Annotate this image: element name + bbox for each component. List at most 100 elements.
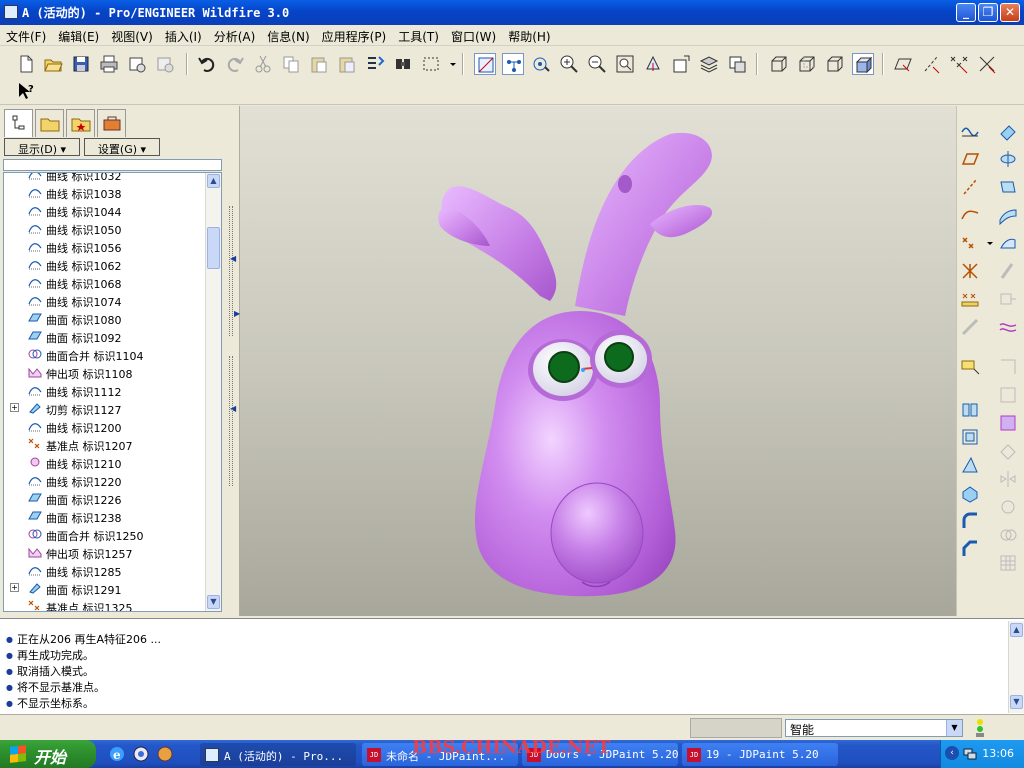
menu-file[interactable]: 文件(F) — [0, 25, 52, 45]
task-jdpaint-3[interactable]: JD 19 - JDPaint 5.20 — [682, 743, 838, 766]
open-folder-icon[interactable] — [42, 53, 64, 75]
save-icon[interactable] — [70, 53, 92, 75]
menu-tools[interactable]: 工具(T) — [392, 25, 445, 45]
analysis-feature-icon[interactable] — [959, 288, 981, 310]
no-hidden-icon[interactable] — [824, 53, 846, 75]
datum-curve-icon[interactable] — [959, 204, 981, 226]
cut-icon[interactable] — [252, 53, 274, 75]
tree-item[interactable]: 曲面合并 标识1104 — [4, 345, 209, 363]
warp-icon[interactable] — [997, 356, 1019, 378]
coordinate-systems-toggle-icon[interactable] — [976, 53, 998, 75]
settings-dropdown[interactable]: 设置(G) ▾ — [84, 138, 160, 156]
tree-item[interactable]: 曲线 标识1210 — [4, 453, 209, 471]
tree-item[interactable]: 曲线 标识1038 — [4, 183, 209, 201]
maximize-button[interactable]: ❐ — [978, 3, 998, 22]
regenerate-icon[interactable] — [364, 53, 386, 75]
toroidal-bend-icon[interactable] — [997, 412, 1019, 434]
datum-axis-icon[interactable] — [959, 176, 981, 198]
scroll-up-icon[interactable]: ▲ — [1010, 623, 1023, 637]
menu-applications[interactable]: 应用程序(P) — [316, 25, 393, 45]
zoom-in-icon[interactable] — [558, 53, 580, 75]
datum-points-toggle-icon[interactable] — [948, 53, 970, 75]
hidden-line-icon[interactable] — [796, 53, 818, 75]
datum-plane-display-icon[interactable] — [474, 53, 496, 75]
wireframe-icon[interactable] — [768, 53, 790, 75]
datum-axes-toggle-icon[interactable] — [920, 53, 942, 75]
tree-item[interactable]: 曲线 标识1056 — [4, 237, 209, 255]
tree-scrollbar[interactable]: ▲ ▼ — [205, 173, 221, 611]
sweep-icon[interactable] — [997, 176, 1019, 198]
tree-item[interactable]: 曲线 标识1285 — [4, 561, 209, 579]
refit-icon[interactable] — [614, 53, 636, 75]
paste-icon[interactable] — [308, 53, 330, 75]
new-file-icon[interactable] — [15, 53, 37, 75]
ie-icon[interactable]: e — [108, 745, 126, 763]
coordinate-system-icon[interactable] — [959, 260, 981, 282]
start-button[interactable]: 开始 — [0, 740, 96, 768]
menu-view[interactable]: 视图(V) — [105, 25, 159, 45]
tree-item[interactable]: 曲线 标识1074 — [4, 291, 209, 309]
tree-item[interactable]: 曲面 标识1092 — [4, 327, 209, 345]
minimize-button[interactable]: _ — [956, 3, 976, 22]
send-mail-icon[interactable] — [126, 53, 148, 75]
expand-icon[interactable]: + — [10, 583, 19, 592]
tree-item[interactable]: 曲线 标识1050 — [4, 219, 209, 237]
revolve-icon[interactable] — [997, 148, 1019, 170]
shell-icon[interactable] — [959, 426, 981, 448]
style-icon[interactable] — [997, 260, 1019, 282]
menu-help[interactable]: 帮助(H) — [502, 25, 556, 45]
tree-item[interactable]: 曲线 标识1068 — [4, 273, 209, 291]
shading-icon[interactable] — [852, 53, 874, 75]
datum-planes-toggle-icon[interactable] — [892, 53, 914, 75]
layers-icon[interactable] — [698, 53, 720, 75]
tree-item[interactable]: 曲面 标识1238 — [4, 507, 209, 525]
round-icon[interactable] — [959, 510, 981, 532]
menu-edit[interactable]: 编辑(E) — [52, 25, 105, 45]
tray-expand-icon[interactable]: ‹ — [945, 746, 959, 760]
scroll-down-icon[interactable]: ▼ — [1010, 695, 1023, 709]
trim-icon[interactable] — [997, 496, 1019, 518]
favorites-tab[interactable] — [66, 109, 95, 137]
pattern-icon[interactable] — [997, 552, 1019, 574]
undo-icon[interactable] — [196, 53, 218, 75]
chevron-down-icon[interactable] — [442, 53, 456, 75]
find-icon[interactable] — [392, 53, 414, 75]
view-manager-icon[interactable] — [726, 53, 748, 75]
spin-center-icon[interactable] — [530, 53, 552, 75]
paste-special-icon[interactable] — [336, 53, 358, 75]
clock[interactable]: 13:06 — [982, 747, 1014, 760]
context-help-icon[interactable]: ? — [15, 80, 37, 102]
panel-splitter[interactable]: ◀ ▶ ◀ — [226, 106, 240, 616]
tree-item[interactable]: 曲线 标识1044 — [4, 201, 209, 219]
zoom-out-icon[interactable] — [586, 53, 608, 75]
tree-item[interactable]: 曲线 标识1200 — [4, 417, 209, 435]
selection-box-icon[interactable] — [420, 53, 442, 75]
scroll-down-icon[interactable]: ▼ — [207, 595, 220, 609]
chamfer-icon[interactable] — [959, 538, 981, 560]
boundary-blend-icon[interactable] — [997, 232, 1019, 254]
network-icon[interactable] — [963, 746, 977, 760]
connections-tab[interactable] — [97, 109, 126, 137]
sketch-tool-icon[interactable] — [959, 316, 981, 338]
collapse-left-icon[interactable]: ◀ — [230, 254, 236, 263]
datum-axis-display-icon[interactable] — [502, 53, 524, 75]
task-proe[interactable]: A (活动的) - Pro... — [200, 743, 356, 766]
spinal-bend-icon[interactable] — [997, 384, 1019, 406]
tree-item[interactable]: 曲线 标识1062 — [4, 255, 209, 273]
mirror-icon[interactable] — [997, 468, 1019, 490]
extrude-icon[interactable] — [959, 398, 981, 420]
tree-item[interactable]: 曲面合并 标识1250 — [4, 525, 209, 543]
flatten-quilt-icon[interactable] — [997, 440, 1019, 462]
offset-icon[interactable] — [997, 288, 1019, 310]
tree-item[interactable]: 伸出项 标识1108 — [4, 363, 209, 381]
redo-icon[interactable] — [224, 53, 246, 75]
menu-info[interactable]: 信息(N) — [261, 25, 315, 45]
graphics-window[interactable] — [240, 106, 956, 616]
draft-icon[interactable] — [959, 454, 981, 476]
display-dropdown[interactable]: 显示(D) ▾ — [4, 138, 80, 156]
traffic-light-icon[interactable] — [972, 718, 988, 738]
tree-item[interactable]: 曲线 标识1112 — [4, 381, 209, 399]
datum-point-icon[interactable] — [959, 232, 981, 254]
menu-window[interactable]: 窗口(W) — [445, 25, 502, 45]
annotation-icon[interactable] — [959, 356, 981, 378]
